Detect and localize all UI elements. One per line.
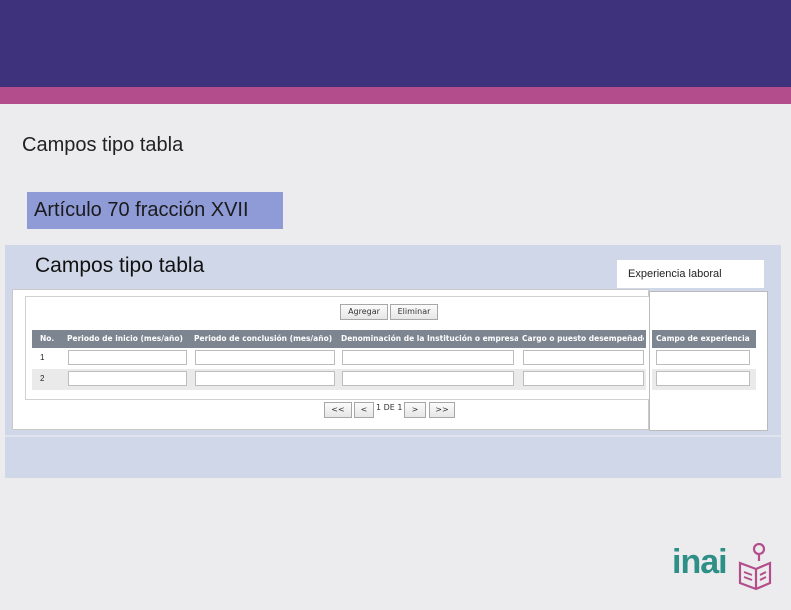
prev-page-button[interactable]: <	[354, 402, 374, 418]
experience-label: Experiencia laboral	[617, 260, 764, 288]
institution-input[interactable]	[342, 350, 514, 365]
experience-input[interactable]	[656, 350, 750, 365]
table-row: 2	[32, 369, 646, 390]
experience-row	[652, 348, 756, 369]
panel-title: Campos tipo tabla	[35, 254, 205, 277]
inai-logo-text: inai	[672, 543, 728, 581]
end-date-input[interactable]	[195, 371, 335, 386]
next-page-button[interactable]: >	[404, 402, 426, 418]
page-heading: Campos tipo tabla	[22, 134, 184, 156]
delete-button[interactable]: Eliminar	[390, 304, 438, 320]
top-banner	[0, 0, 791, 87]
experience-input[interactable]	[656, 371, 750, 386]
article-label: Artículo 70 fracción XVII	[27, 192, 283, 229]
page-indicator: 1 DE 1	[376, 403, 403, 412]
column-header-end: Periodo de conclusión (mes/año)	[194, 334, 333, 343]
inai-logo-icon	[737, 542, 773, 596]
experience-row	[652, 369, 756, 390]
column-header-start: Periodo de inicio (mes/año)	[67, 334, 183, 343]
table-row: 1	[32, 348, 646, 369]
institution-input[interactable]	[342, 371, 514, 386]
start-date-input[interactable]	[68, 350, 187, 365]
position-input[interactable]	[523, 371, 644, 386]
column-header-experience: Campo de experiencia	[656, 334, 750, 343]
row-number: 2	[40, 374, 45, 383]
end-date-input[interactable]	[195, 350, 335, 365]
side-column-header: Campo de experiencia	[652, 330, 756, 348]
last-page-button[interactable]: >>	[429, 402, 455, 418]
column-header-institution: Denominación de la Institución o empresa	[341, 334, 518, 343]
table-header: No. Periodo de inicio (mes/año) Periodo …	[32, 330, 646, 348]
column-header-number: No.	[40, 334, 55, 343]
add-button[interactable]: Agregar	[340, 304, 388, 320]
accent-stripe	[0, 87, 791, 104]
start-date-input[interactable]	[68, 371, 187, 386]
panel-divider	[5, 435, 781, 437]
row-number: 1	[40, 353, 45, 362]
column-header-position: Cargo o puesto desempeñado	[522, 334, 644, 343]
first-page-button[interactable]: <<	[324, 402, 352, 418]
position-input[interactable]	[523, 350, 644, 365]
